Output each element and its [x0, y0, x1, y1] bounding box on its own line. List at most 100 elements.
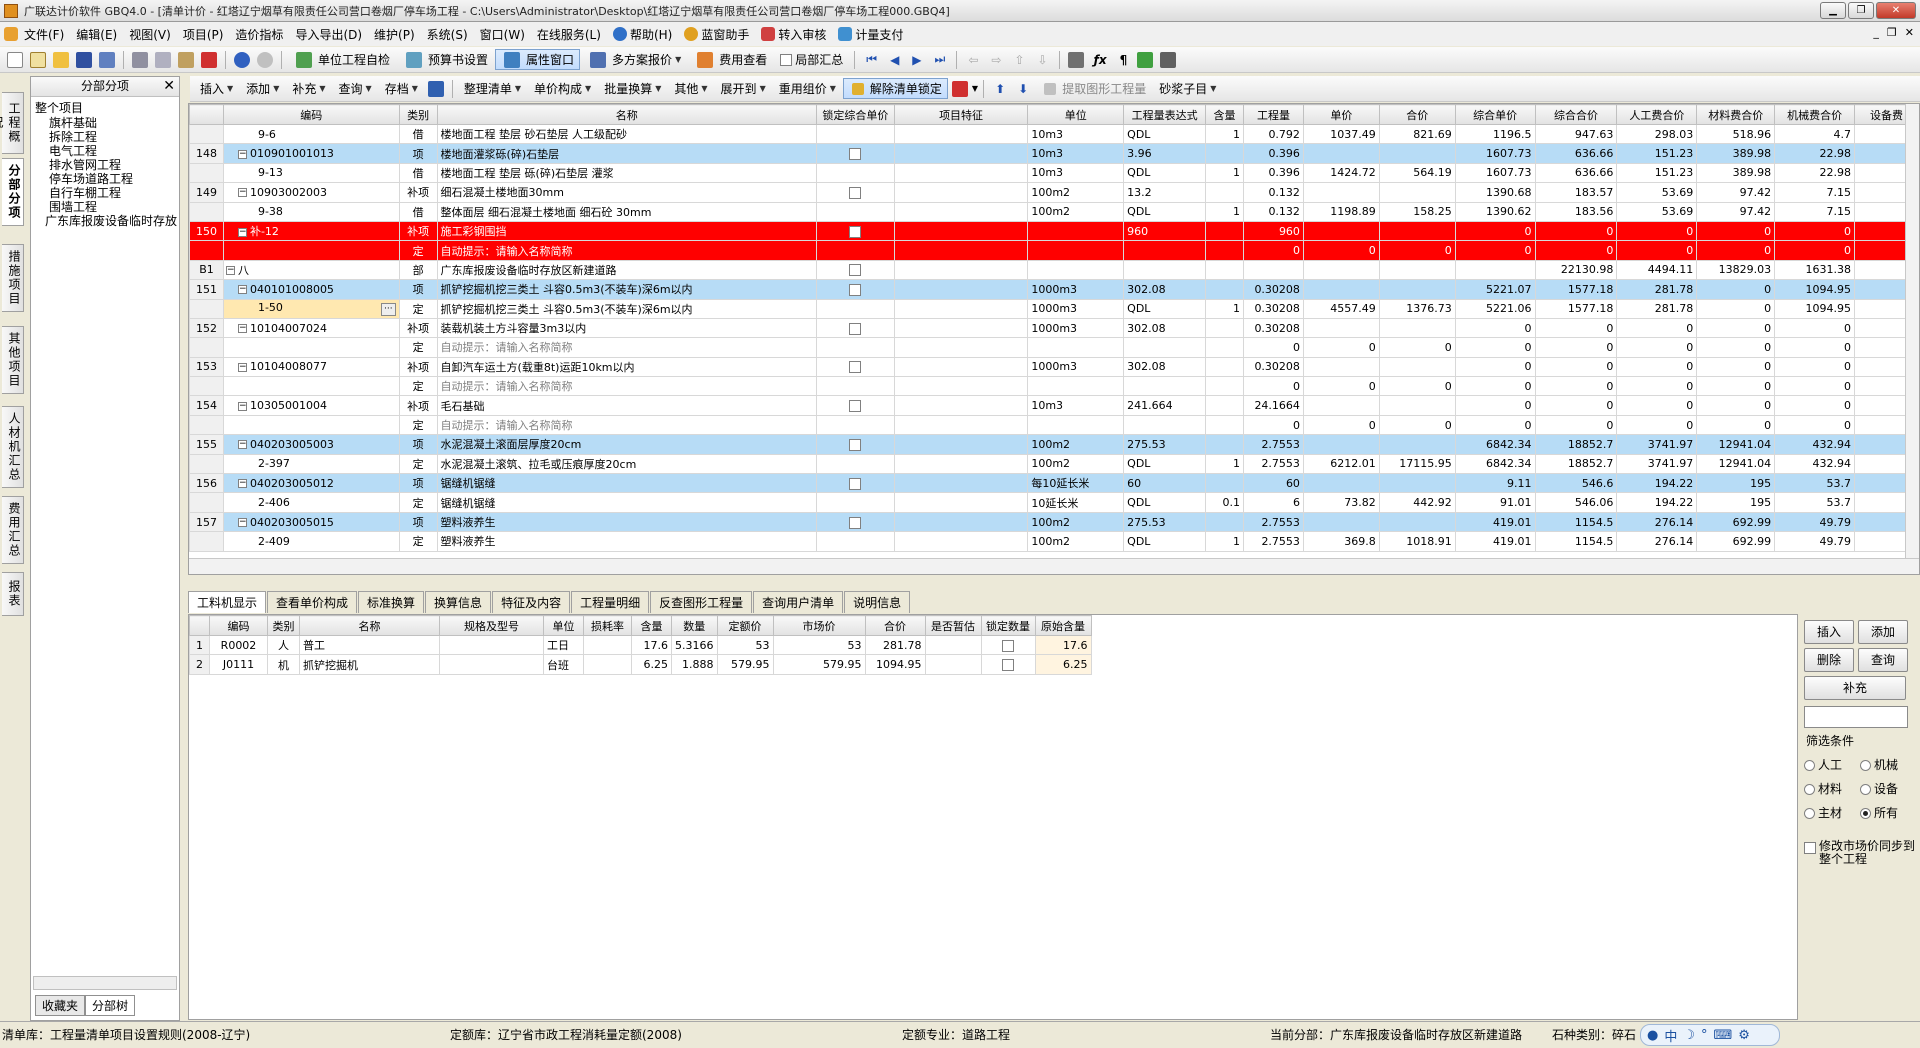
lock-price-cell[interactable]	[815, 376, 895, 397]
price-cell[interactable]	[1302, 143, 1380, 164]
feature-cell[interactable]	[893, 511, 1029, 533]
price-cell[interactable]	[1302, 395, 1380, 416]
add-button[interactable]: 添加 ▼	[240, 78, 285, 99]
machine-cell[interactable]: 0	[1774, 414, 1856, 436]
tab-fee-summary[interactable]: 费用汇总	[2, 496, 24, 564]
qty-cell[interactable]: 2.7553	[1242, 531, 1304, 552]
row-number-cell[interactable]	[189, 337, 224, 358]
comp-price-cell[interactable]: 1390.68	[1454, 182, 1536, 203]
total-cell[interactable]: 1018.91	[1378, 531, 1456, 552]
table-row[interactable]: 定自动提示：请输入名称简称 0 0 0 0 0 0 0 0	[189, 376, 1919, 397]
qty-cell[interactable]: 0.792	[1242, 123, 1304, 145]
save-icon[interactable]	[76, 51, 92, 68]
add-material-button[interactable]: 添加	[1858, 620, 1908, 644]
ratio-cell[interactable]	[1205, 240, 1244, 261]
expression-cell[interactable]: QDL	[1123, 492, 1207, 513]
copy-icon[interactable]	[155, 51, 171, 68]
row-number-cell[interactable]: 157	[189, 511, 224, 533]
material-search-input[interactable]	[1804, 706, 1908, 728]
lock-checkbox[interactable]	[849, 283, 862, 296]
close-button[interactable]: ✕	[1876, 2, 1916, 19]
ratio-cell[interactable]	[1205, 317, 1244, 339]
qty-cell[interactable]: 5.3166	[671, 634, 718, 656]
unit-cell[interactable]: 10延长米	[1027, 492, 1125, 513]
comp-total-cell[interactable]: 0	[1534, 376, 1618, 397]
expression-cell[interactable]	[1123, 376, 1207, 397]
menu-help[interactable]: 帮助(H)	[607, 26, 678, 43]
unit-cell[interactable]: 工日	[543, 634, 584, 656]
menu-system[interactable]: 系统(S)	[421, 26, 474, 43]
comp-price-cell[interactable]: 6842.34	[1454, 453, 1536, 475]
menu-online-service[interactable]: 在线服务(L)	[531, 26, 607, 43]
labor-cell[interactable]: 0	[1616, 395, 1698, 416]
comp-total-cell[interactable]: 546.06	[1534, 492, 1618, 513]
qty-cell[interactable]: 1.888	[671, 654, 718, 675]
price-cell[interactable]	[1302, 434, 1380, 455]
est-cell[interactable]	[924, 654, 982, 675]
table-row[interactable]: 148−010901001013 项楼地面灌浆砾(碎)石垫层 10m3 3.96 0.3…	[189, 143, 1919, 164]
comp-total-cell[interactable]: 1577.18	[1534, 298, 1618, 319]
type-cell[interactable]: 定	[398, 240, 438, 261]
quota-cell[interactable]: 53	[716, 634, 774, 656]
collapse-icon[interactable]: −	[237, 362, 247, 372]
price-cell[interactable]: 0	[1302, 337, 1380, 358]
code-cell[interactable]: −040101008005	[222, 279, 400, 300]
unit-cell[interactable]: 台班	[543, 654, 584, 675]
comp-total-cell[interactable]: 0	[1534, 317, 1618, 339]
code-cell[interactable]: − 八	[222, 259, 400, 281]
lock-price-cell[interactable]	[815, 511, 895, 533]
labor-cell[interactable]: 281.78	[1616, 279, 1698, 300]
tab-favorites[interactable]: 收藏夹	[35, 995, 86, 1016]
paragraph-icon[interactable]: ¶	[1114, 51, 1134, 69]
lock-checkbox[interactable]	[849, 225, 862, 238]
lock-price-cell[interactable]	[815, 453, 895, 475]
name-cell[interactable]: 锯缝机锯缝	[436, 473, 817, 494]
total-cell[interactable]: 0	[1378, 376, 1456, 397]
machine-cell[interactable]: 432.94	[1774, 453, 1856, 475]
lock-qty-cell[interactable]	[980, 634, 1036, 656]
prev-record-button[interactable]: ◀	[884, 51, 905, 69]
quota-cell[interactable]: 579.95	[716, 654, 774, 675]
name-cell[interactable]: 抓铲挖掘机挖三类土 斗容0.5m3(不装车)深6m以内	[436, 298, 817, 319]
table-row[interactable]: 2-406 定锯缝机锯缝 10延长米 QDL 0.1 6 73.82 442.92 91.01 5…	[189, 492, 1919, 513]
comp-price-cell[interactable]: 1390.62	[1454, 201, 1536, 222]
labor-cell[interactable]: 194.22	[1616, 492, 1698, 513]
code-cell[interactable]: 2-397	[222, 453, 400, 475]
total-cell[interactable]	[1378, 473, 1456, 494]
maximize-button[interactable]: ❐	[1848, 2, 1874, 19]
menu-view[interactable]: 视图(V)	[123, 26, 177, 43]
lock-price-cell[interactable]	[815, 123, 895, 145]
feature-cell[interactable]	[893, 143, 1029, 164]
spec-cell[interactable]	[439, 654, 544, 675]
total-cell[interactable]	[1378, 259, 1456, 281]
machine-cell[interactable]: 7.15	[1774, 182, 1856, 203]
row-number-cell[interactable]: 151	[189, 279, 224, 300]
name-cell[interactable]: 塑料液养生	[436, 531, 817, 552]
type-cell[interactable]: 定	[398, 337, 438, 358]
filter-all-radio[interactable]: 所有	[1860, 804, 1898, 821]
qty-cell[interactable]: 0	[1242, 414, 1304, 436]
labor-cell[interactable]: 0	[1616, 356, 1698, 378]
code-cell[interactable]: 9-13	[222, 162, 400, 184]
feature-cell[interactable]	[893, 317, 1029, 339]
column-header[interactable]: 名称	[299, 615, 440, 636]
green-cube-icon[interactable]	[1137, 51, 1154, 68]
expression-cell[interactable]	[1123, 240, 1207, 261]
extract-graphic-quantity-button[interactable]: 提取图形工程量	[1035, 78, 1152, 99]
unlock-list-button[interactable]: 解除清单锁定	[842, 78, 948, 99]
qty-cell[interactable]: 24.1664	[1242, 395, 1304, 416]
code-cell[interactable]: 2-406	[222, 492, 400, 513]
name-cell[interactable]: 楼地面工程 垫层 砾(碎)石垫层 灌浆	[436, 162, 817, 184]
expression-cell[interactable]: 302.08	[1123, 317, 1207, 339]
table-row[interactable]: 1-50 ··· 定抓铲挖掘机挖三类土 斗容0.5m3(不装车)深6m以内 1000m…	[189, 298, 1919, 319]
query-material-button[interactable]: 查询	[1858, 648, 1908, 672]
grid-icon[interactable]	[1160, 51, 1177, 68]
price-cell[interactable]: 6212.01	[1302, 453, 1380, 475]
detail-tab[interactable]: 工程量明细	[571, 591, 650, 613]
type-cell[interactable]: 补项	[398, 356, 438, 378]
qty-cell[interactable]	[1242, 259, 1304, 281]
comp-price-cell[interactable]: 419.01	[1454, 511, 1536, 533]
row-number-cell[interactable]	[189, 453, 224, 475]
feature-cell[interactable]	[893, 259, 1029, 281]
total-cell[interactable]	[1378, 317, 1456, 339]
